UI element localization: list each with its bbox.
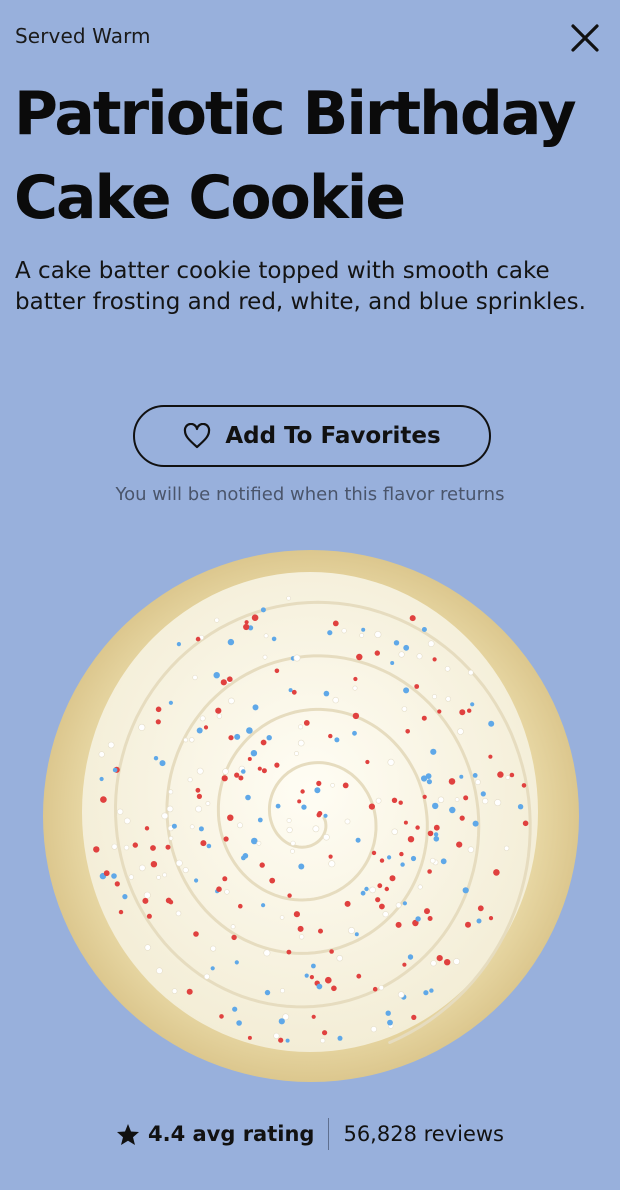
add-to-favorites-label: Add To Favorites bbox=[225, 423, 441, 449]
avg-rating-text: 4.4 avg rating bbox=[147, 1122, 315, 1146]
add-to-favorites-button[interactable]: Add To Favorites bbox=[133, 405, 491, 467]
product-title-line-2: Cake Cookie bbox=[14, 163, 406, 233]
reviews-count[interactable]: 56,828 reviews bbox=[343, 1122, 504, 1146]
avg-rating: 4.4 avg rating bbox=[116, 1122, 314, 1146]
product-title-line-1: Patriotic Birthday bbox=[14, 79, 577, 149]
heart-icon bbox=[184, 423, 211, 449]
close-icon bbox=[571, 24, 599, 52]
product-description: A cake batter cookie topped with smooth … bbox=[15, 258, 586, 315]
cookie-image bbox=[38, 540, 584, 1086]
rating-bar: 4.4 avg rating 56,828 reviews bbox=[0, 1112, 620, 1156]
close-button[interactable] bbox=[565, 18, 605, 58]
served-warm-label: Served Warm bbox=[15, 24, 151, 48]
notify-message: You will be notified when this flavor re… bbox=[115, 484, 505, 505]
rating-divider bbox=[328, 1118, 330, 1150]
star-icon bbox=[116, 1123, 139, 1145]
product-title: Patriotic Birthday Cake Cookie bbox=[14, 72, 614, 240]
